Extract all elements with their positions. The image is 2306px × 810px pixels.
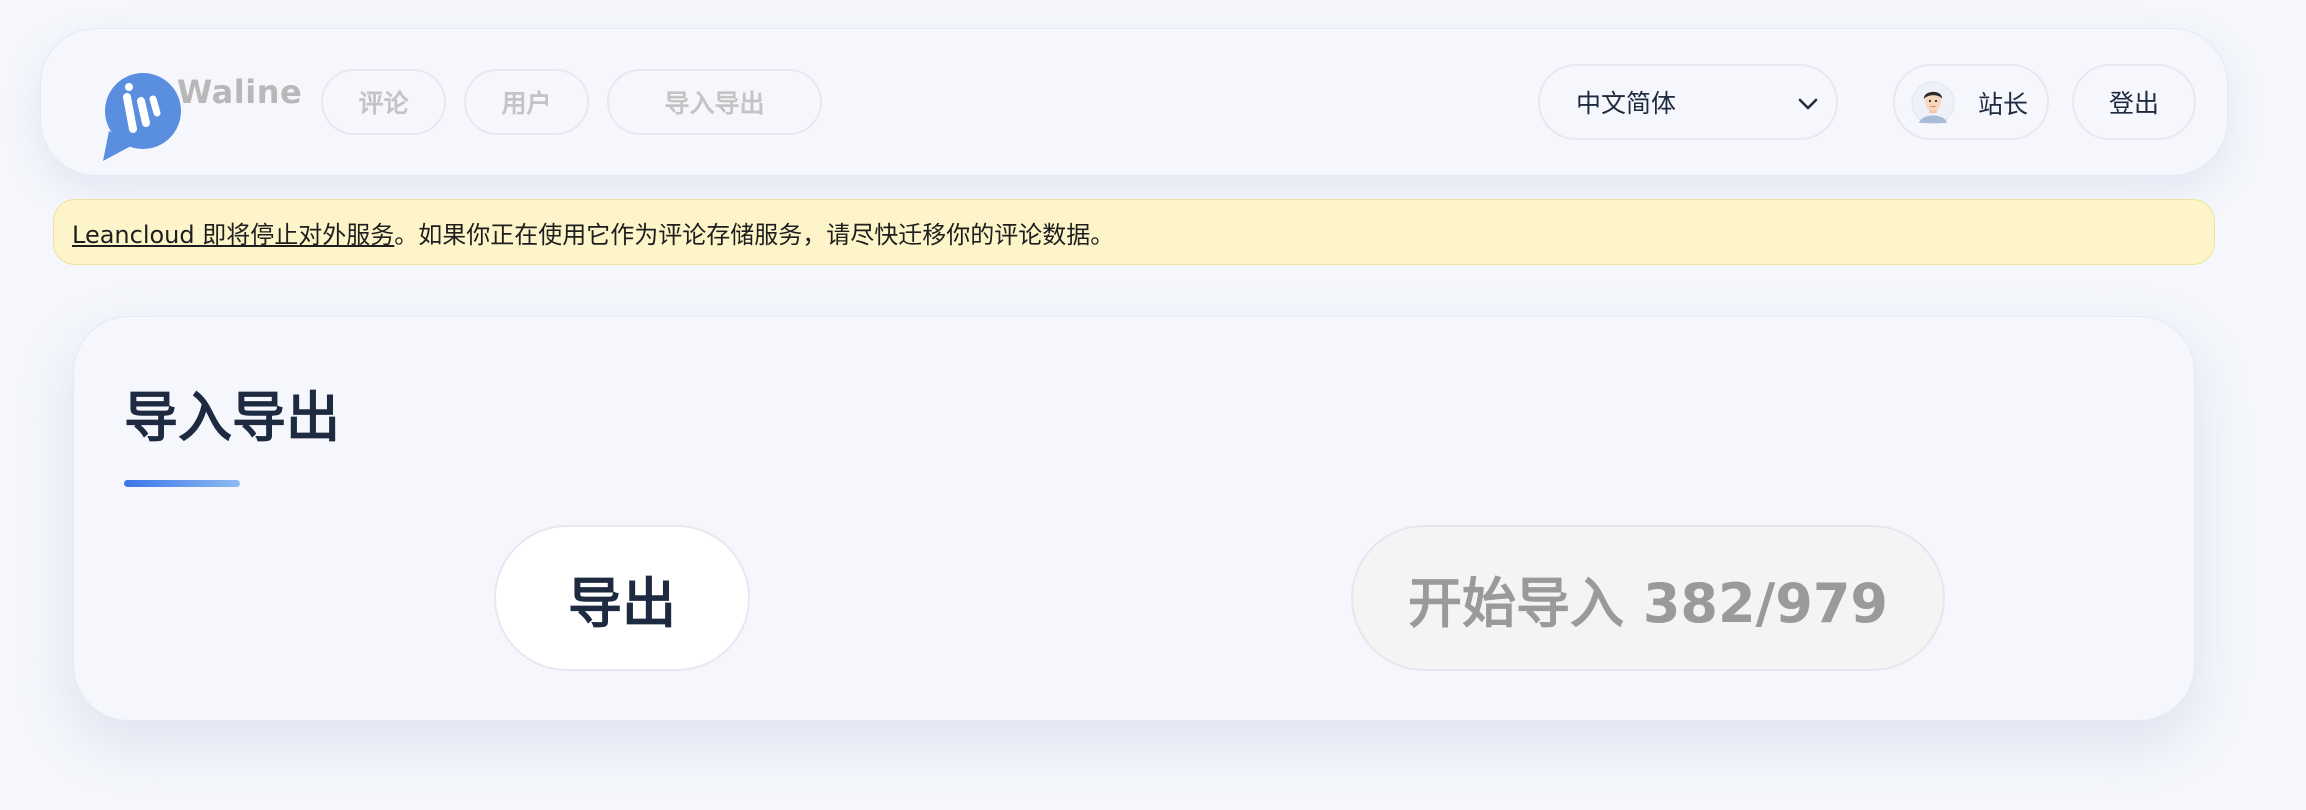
chevron-down-icon [1798, 98, 1818, 110]
logout-button[interactable]: 登出 [2072, 64, 2196, 140]
import-export-card: 导入导出 导出 开始导入 382/979 [73, 316, 2195, 721]
notice-banner: Leancloud 即将停止对外服务 。如果你正在使用它作为评论存储服务，请尽快… [53, 199, 2215, 265]
notice-message: 。如果你正在使用它作为评论存储服务，请尽快迁移你的评论数据。 [394, 220, 1115, 249]
user-menu[interactable]: 站长 [1893, 64, 2049, 140]
title-underline [124, 480, 240, 487]
language-select[interactable]: 中文简体 [1538, 64, 1838, 140]
export-button[interactable]: 导出 [494, 525, 750, 671]
brand-name: Waline [177, 73, 303, 111]
nav-import-export[interactable]: 导入导出 [607, 69, 822, 135]
nav-users[interactable]: 用户 [464, 69, 589, 135]
avatar-icon [1911, 81, 1955, 125]
language-select-value: 中文简体 [1576, 89, 1677, 118]
page-title: 导入导出 [124, 386, 340, 449]
nav-comments[interactable]: 评论 [321, 69, 446, 135]
import-button[interactable]: 开始导入 382/979 [1351, 525, 1945, 671]
top-navbar: Waline 评论 用户 导入导出 中文简体 站长 登出 [40, 28, 2228, 176]
leancloud-notice-link[interactable]: Leancloud 即将停止对外服务 [72, 215, 394, 250]
user-name: 站长 [1978, 90, 2029, 119]
